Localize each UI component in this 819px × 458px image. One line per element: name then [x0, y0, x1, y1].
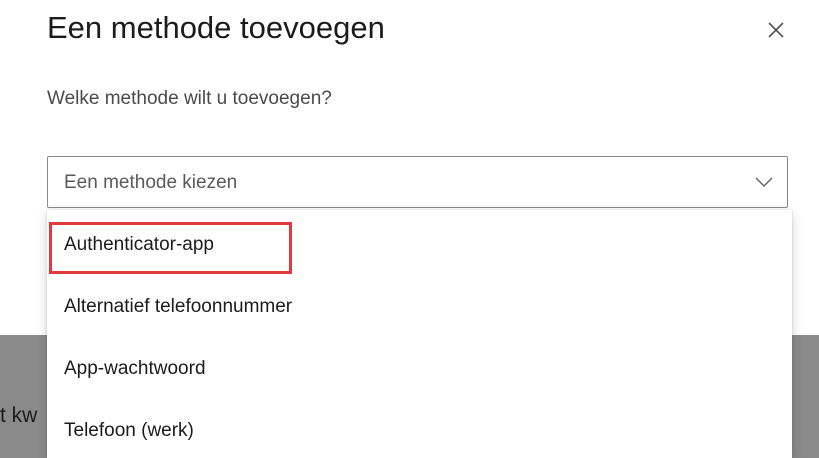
- dialog-title: Een methode toevoegen: [47, 10, 385, 45]
- option-authenticator-app[interactable]: Authenticator-app: [47, 216, 792, 274]
- screen: t kw Een methode toevoegen Welke methode…: [0, 0, 819, 458]
- option-label: Alternatief telefoonnummer: [64, 296, 293, 317]
- background-overlay-left: [0, 335, 47, 458]
- method-select-value: Een methode kiezen: [64, 172, 238, 193]
- method-prompt: Welke methode wilt u toevoegen?: [47, 88, 332, 109]
- option-alternatief-telefoonnummer[interactable]: Alternatief telefoonnummer: [47, 278, 792, 336]
- option-label: App-wachtwoord: [64, 358, 206, 379]
- chevron-down-icon: [755, 177, 773, 188]
- method-select[interactable]: Een methode kiezen: [47, 156, 788, 208]
- background-overlay-right: [792, 335, 819, 458]
- option-label: Authenticator-app: [64, 234, 214, 255]
- close-button[interactable]: [762, 16, 790, 44]
- option-app-wachtwoord[interactable]: App-wachtwoord: [47, 340, 792, 398]
- close-icon: [768, 22, 784, 38]
- option-telefoon-werk[interactable]: Telefoon (werk): [47, 402, 792, 458]
- method-dropdown-list: Authenticator-app Alternatief telefoonnu…: [47, 210, 792, 458]
- background-page-text: t kw: [0, 404, 38, 427]
- option-label: Telefoon (werk): [64, 420, 194, 441]
